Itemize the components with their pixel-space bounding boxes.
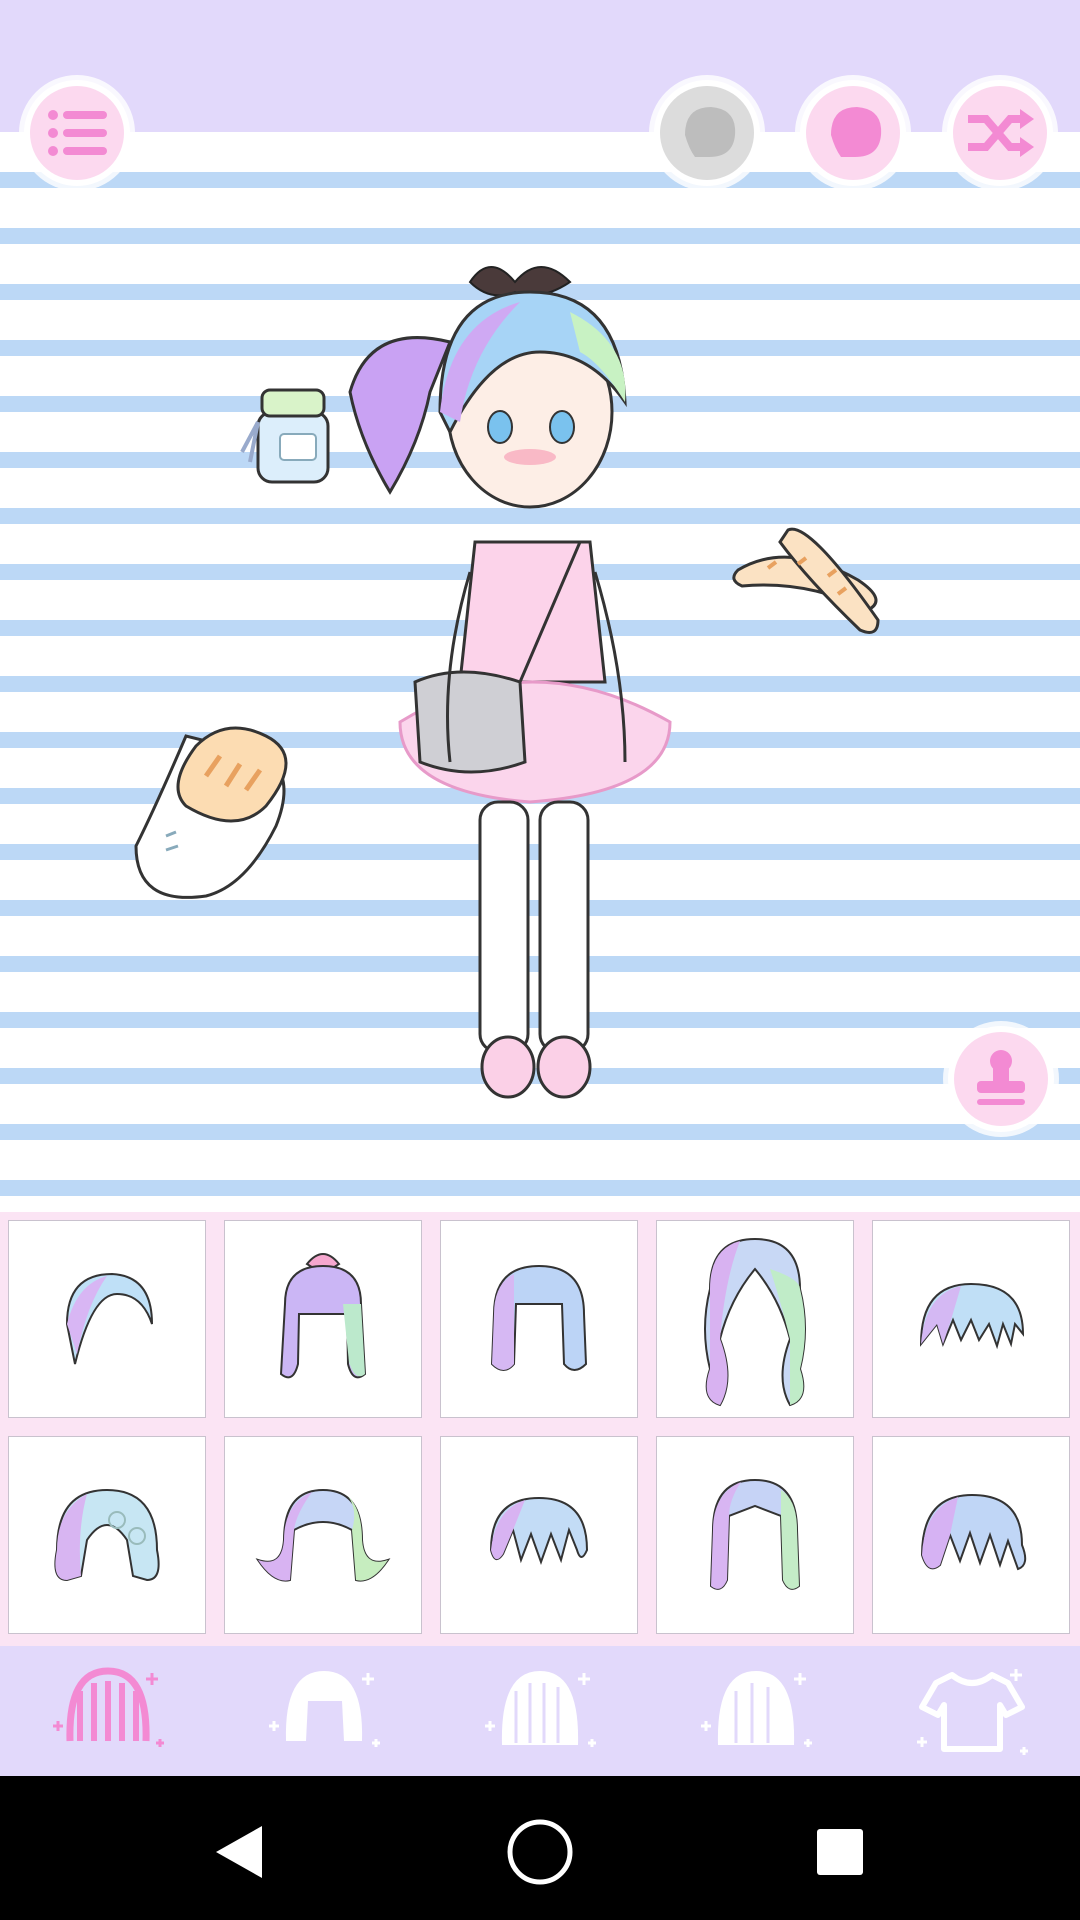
jam-jar-item[interactable] [236, 382, 346, 492]
system-navigation-bar [0, 1776, 1080, 1920]
hair-bob-bangs-icon [490, 1264, 588, 1371]
back-button[interactable] [190, 1802, 290, 1902]
hair-options-grid [0, 1212, 1080, 1646]
list-icon [48, 110, 107, 156]
hair-option-1[interactable] [8, 1220, 206, 1418]
recents-button[interactable] [790, 1802, 890, 1902]
home-button[interactable] [490, 1802, 590, 1902]
baguettes-item[interactable] [728, 520, 898, 650]
hair-flipped-bob-icon [255, 1488, 391, 1582]
outline-toggle-button[interactable] [654, 80, 760, 186]
tab-long-hair[interactable] [648, 1646, 864, 1776]
hair-option-5[interactable] [872, 1220, 1070, 1418]
hair-option-2[interactable] [224, 1220, 422, 1418]
character-stage [0, 132, 1080, 1212]
head-outline-icon [685, 107, 736, 157]
hair-long-wavy-icon [704, 1237, 806, 1407]
tab-back-hair[interactable] [432, 1646, 648, 1776]
hair-pixie-icon [489, 1496, 589, 1565]
stamp-icon [977, 1050, 1025, 1105]
head-button[interactable] [800, 80, 906, 186]
character-doll[interactable] [340, 242, 740, 1142]
hair-option-7[interactable] [224, 1436, 422, 1634]
bangs-tab-icon [53, 1667, 164, 1747]
hair-straight-bob-icon [709, 1478, 801, 1590]
hair-curled-bob-icon [54, 1488, 160, 1582]
category-tab-bar [0, 1646, 1080, 1776]
shuffle-button[interactable] [947, 80, 1053, 186]
menu-button[interactable] [24, 80, 130, 186]
bread-bag-item[interactable] [126, 716, 326, 916]
shuffle-icon [968, 109, 1034, 157]
back-triangle-icon [216, 1826, 262, 1878]
hair-bow-top-icon [279, 1253, 367, 1379]
hair-option-6[interactable] [8, 1436, 206, 1634]
save-stamp-button[interactable] [948, 1026, 1054, 1132]
shirt-tab-icon [917, 1669, 1028, 1755]
hair-option-3[interactable] [440, 1220, 638, 1418]
top-bar [0, 0, 1080, 132]
tab-bangs[interactable] [0, 1646, 216, 1776]
front-hair-tab-icon [269, 1671, 380, 1747]
tab-front-hair[interactable] [216, 1646, 432, 1776]
hair-messy-short-icon [920, 1493, 1027, 1571]
back-hair-tab-icon [485, 1671, 596, 1747]
hair-spiky-short-icon [919, 1282, 1025, 1350]
recents-square-icon [817, 1829, 863, 1875]
home-circle-icon [507, 1819, 573, 1885]
hair-option-4[interactable] [656, 1220, 854, 1418]
hair-option-8[interactable] [440, 1436, 638, 1634]
hair-option-9[interactable] [656, 1436, 854, 1634]
hair-option-10[interactable] [872, 1436, 1070, 1634]
head-icon [831, 107, 882, 157]
tab-outfit[interactable] [864, 1646, 1080, 1776]
long-hair-tab-icon [701, 1671, 812, 1747]
hair-short-side-part-icon [65, 1272, 153, 1365]
